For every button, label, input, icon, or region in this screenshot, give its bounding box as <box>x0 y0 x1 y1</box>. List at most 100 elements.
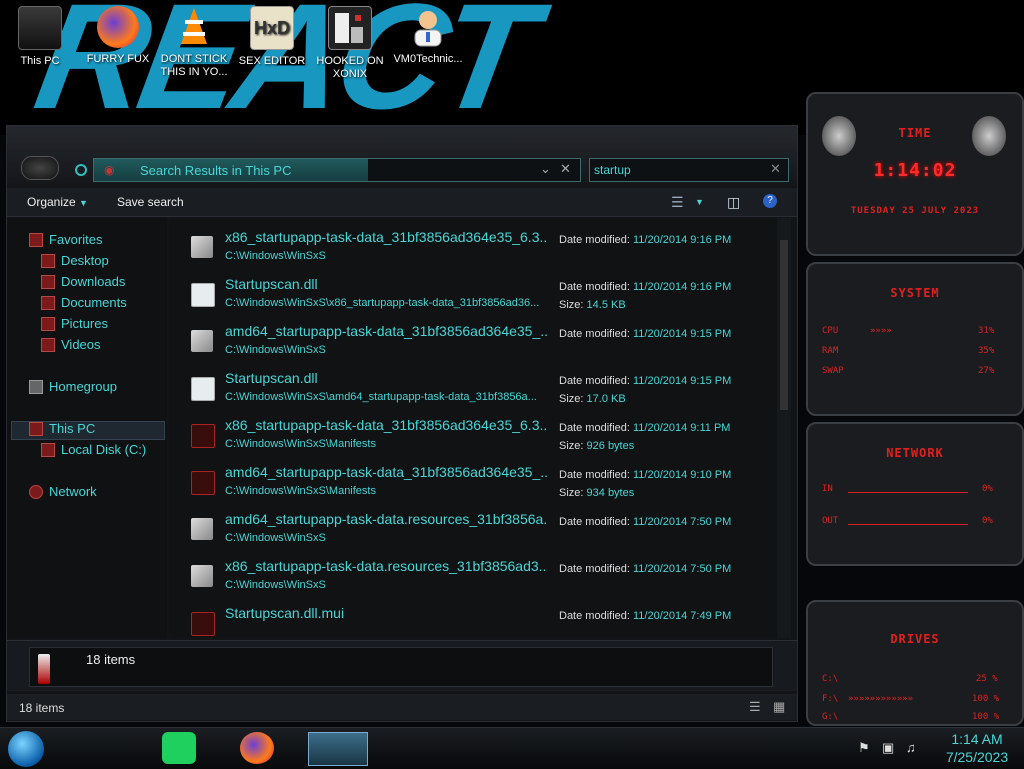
network-tray-icon[interactable]: ▣ <box>882 740 894 756</box>
file-name[interactable]: Startupscan.dll <box>225 276 547 292</box>
search-input[interactable]: startup <box>594 163 631 177</box>
organize-button[interactable]: Organize ▼ <box>27 195 88 209</box>
pictures-folder-icon <box>41 316 55 331</box>
list-item[interactable]: Startupscan.dll.mui Date modified: 11/20/… <box>169 600 777 638</box>
desktop-icon-label: FURRY FUX <box>86 53 150 65</box>
vertical-scrollbar[interactable] <box>777 218 791 638</box>
back-forward-button[interactable] <box>21 156 59 180</box>
network-icon <box>29 484 43 499</box>
desktop-icon-label: This PC <box>20 55 60 67</box>
desktop-icon-this-pc[interactable]: This PC <box>4 6 76 68</box>
search-results-icon <box>38 654 50 684</box>
drives-gadget[interactable]: DRIVES C:\ 25 % F:\ »»»»»»»»»»»» 100 % G… <box>806 600 1024 726</box>
file-name[interactable]: x86_startupapp-task-data_31bf3856ad364e3… <box>225 417 547 433</box>
file-name[interactable]: x86_startupapp-task-data.resources_31bf3… <box>225 558 547 574</box>
manifest-file-icon <box>191 424 215 448</box>
list-item[interactable]: Startupscan.dll C:\Windows\WinSxS\amd64_s… <box>169 365 777 411</box>
folder-icon <box>191 330 213 352</box>
scrollbar-thumb[interactable] <box>780 240 788 410</box>
homegroup-icon <box>29 379 43 394</box>
details-pane: 18 items <box>7 640 797 691</box>
nav-homegroup[interactable]: Homegroup <box>29 379 117 394</box>
cpu-label: CPU <box>822 326 839 336</box>
nav-favorites[interactable]: Favorites <box>29 232 102 247</box>
desktop-icon-vm0technic[interactable]: VM0Technic... <box>392 6 464 66</box>
address-dropdown-icon[interactable]: ⌄ <box>540 161 551 177</box>
help-icon[interactable]: ? <box>763 194 777 208</box>
file-path: C:\Windows\WinSxS\Manifests <box>225 485 376 497</box>
file-name[interactable]: x86_startupapp-task-data_31bf3856ad364e3… <box>225 229 547 245</box>
drive-c-label: C:\ <box>822 674 839 684</box>
desktop-icon-dont-stick[interactable]: DONT STICK THIS IN YO... <box>158 6 230 79</box>
nav-pictures[interactable]: Pictures <box>41 316 108 331</box>
recent-locations-icon[interactable] <box>75 164 87 176</box>
tiles-view-icon[interactable]: ▦ <box>773 699 785 715</box>
preview-pane-icon[interactable]: ◫ <box>727 194 740 211</box>
details-item-count: 18 items <box>86 652 136 667</box>
desktop-folder-icon <box>41 253 55 268</box>
list-item[interactable]: x86_startupapp-task-data_31bf3856ad364e3… <box>169 412 777 458</box>
address-clear-icon[interactable]: ✕ <box>560 161 571 177</box>
firefox-app-icon[interactable] <box>240 732 274 764</box>
date-modified: Date modified: 11/20/2014 7:50 PM <box>559 516 732 528</box>
list-item[interactable]: x86_startupapp-task-data_31bf3856ad364e3… <box>169 224 777 270</box>
folder-icon <box>191 236 213 258</box>
list-item[interactable]: Startupscan.dll C:\Windows\WinSxS\x86_sta… <box>169 271 777 317</box>
network-gadget[interactable]: NETWORK IN 0% OUT 0% <box>806 422 1024 566</box>
desktop-icon-label: DONT STICK THIS IN YO... <box>160 53 228 78</box>
manifest-file-icon <box>191 471 215 495</box>
drive-icon <box>41 442 55 457</box>
file-name[interactable]: Startupscan.dll <box>225 370 547 386</box>
nav-network[interactable]: Network <box>29 484 97 499</box>
date-modified: Date modified: 11/20/2014 9:15 PM <box>559 375 732 387</box>
date-modified: Date modified: 11/20/2014 9:10 PM <box>559 469 732 481</box>
list-item[interactable]: amd64_startupapp-task-data_31bf3856ad364… <box>169 318 777 364</box>
documents-folder-icon <box>41 295 55 310</box>
desktop-icon-hooked-on-xonix[interactable]: HOOKED ON XONIX <box>314 6 386 81</box>
desktop-icon-furry-fux[interactable]: FURRY FUX <box>82 6 154 66</box>
file-path: C:\Windows\WinSxS <box>225 344 326 356</box>
computer-icon <box>18 6 62 50</box>
desktop-icon-sex-editor[interactable]: HxD SEX EDITOR <box>236 6 308 68</box>
view-options-icon[interactable]: ☰ <box>671 194 684 211</box>
file-name[interactable]: amd64_startupapp-task-data_31bf3856ad364… <box>225 464 547 480</box>
spotify-app-icon[interactable] <box>162 732 196 764</box>
file-name[interactable]: amd64_startupapp-task-data_31bf3856ad364… <box>225 323 547 339</box>
system-gadget[interactable]: SYSTEM CPU »»»» 31% RAM 35% SWAP 27% <box>806 262 1024 416</box>
mui-file-icon <box>191 612 215 636</box>
file-size: Size: 926 bytes <box>559 440 635 452</box>
file-name[interactable]: Startupscan.dll.mui <box>225 605 547 621</box>
address-bar[interactable]: ◉ Search Results in This PC ⌄ ✕ <box>93 158 581 182</box>
network-out-graph <box>848 524 968 525</box>
flag-icon[interactable]: ⚑ <box>858 740 870 756</box>
search-box[interactable]: startup ✕ <box>589 158 789 182</box>
network-out-value: 0% <box>982 516 993 526</box>
time-gadget[interactable]: TIME 1:14:02 TUESDAY 25 JULY 2023 <box>806 92 1024 256</box>
search-results-list: x86_startupapp-task-data_31bf3856ad364e3… <box>169 218 777 638</box>
explorer-window[interactable]: ◉ Search Results in This PC ⌄ ✕ startup … <box>6 125 798 722</box>
computer-icon <box>29 421 43 436</box>
nav-videos[interactable]: Videos <box>41 337 101 352</box>
nav-documents[interactable]: Documents <box>41 295 127 310</box>
search-clear-icon[interactable]: ✕ <box>770 161 781 177</box>
date-modified: Date modified: 11/20/2014 9:11 PM <box>559 422 731 434</box>
file-path: C:\Windows\WinSxS <box>225 532 326 544</box>
list-item[interactable]: x86_startupapp-task-data.resources_31bf3… <box>169 553 777 599</box>
view-dropdown-icon[interactable]: ▼ <box>695 197 704 207</box>
explorer-title-bar[interactable]: ◉ Search Results in This PC ⌄ ✕ startup … <box>7 126 797 186</box>
system-clock[interactable]: 1:14 AM 7/25/2023 <box>932 730 1022 766</box>
file-explorer-app-icon[interactable] <box>308 732 368 766</box>
nav-this-pc[interactable]: This PC <box>29 421 95 436</box>
start-button[interactable] <box>8 731 44 767</box>
list-item[interactable]: amd64_startupapp-task-data_31bf3856ad364… <box>169 459 777 505</box>
details-view-icon[interactable]: ☰ <box>749 699 761 715</box>
nav-desktop[interactable]: Desktop <box>41 253 109 268</box>
nav-local-disk[interactable]: Local Disk (C:) <box>41 442 146 457</box>
file-name[interactable]: amd64_startupapp-task-data.resources_31b… <box>225 511 547 527</box>
list-item[interactable]: amd64_startupapp-task-data.resources_31b… <box>169 506 777 552</box>
save-search-button[interactable]: Save search <box>117 195 184 209</box>
firefox-icon <box>97 6 139 48</box>
search-results-icon: ◉ <box>104 163 115 177</box>
nav-downloads[interactable]: Downloads <box>41 274 125 289</box>
volume-icon[interactable]: ♫ <box>906 740 916 755</box>
